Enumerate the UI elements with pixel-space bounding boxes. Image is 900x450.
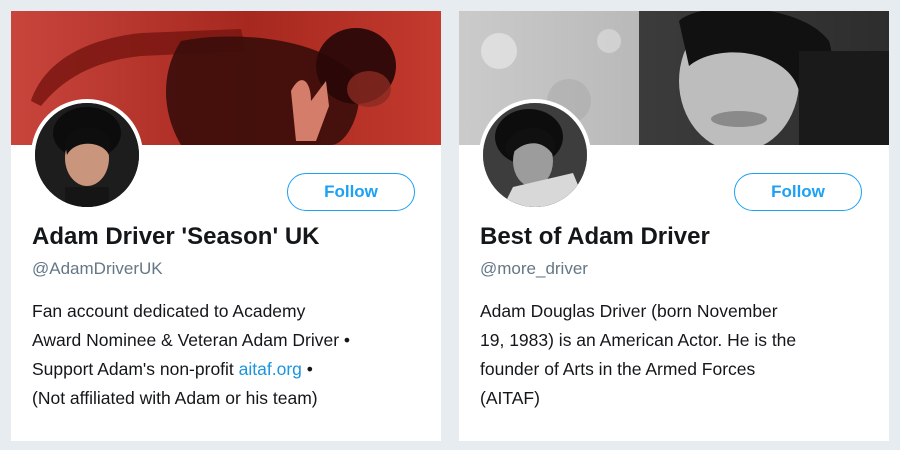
- profile-card: Follow Adam Driver 'Season' UK @AdamDriv…: [11, 11, 441, 441]
- bio-line: Adam Douglas Driver (born November: [480, 301, 778, 321]
- follow-button[interactable]: Follow: [287, 173, 415, 211]
- profile-bio: Fan account dedicated to Academy Award N…: [32, 297, 427, 413]
- bio-line: (AITAF): [480, 388, 540, 408]
- profile-avatar[interactable]: [31, 99, 143, 211]
- profile-handle[interactable]: @AdamDriverUK: [32, 259, 163, 279]
- profile-display-name[interactable]: Best of Adam Driver: [480, 223, 710, 251]
- bio-line: Fan account dedicated to Academy: [32, 301, 306, 321]
- bio-text: Support Adam's non-profit: [32, 359, 239, 379]
- bio-line: Support Adam's non-profit aitaf.org •: [32, 355, 427, 384]
- bio-link[interactable]: aitaf.org: [239, 359, 302, 379]
- profile-handle[interactable]: @more_driver: [480, 259, 588, 279]
- profile-avatar[interactable]: [479, 99, 591, 211]
- bio-line: (Not affiliated with Adam or his team): [32, 388, 318, 408]
- bio-line: 19, 1983) is an American Actor. He is th…: [480, 330, 797, 350]
- bio-text: •: [301, 359, 313, 379]
- follow-button[interactable]: Follow: [734, 173, 862, 211]
- profile-bio: Adam Douglas Driver (born November 19, 1…: [480, 297, 875, 413]
- bio-line: founder of Arts in the Armed Forces: [480, 359, 756, 379]
- bio-line: Award Nominee & Veteran Adam Driver •: [32, 330, 351, 350]
- profile-card: Follow Best of Adam Driver @more_driver …: [459, 11, 889, 441]
- profile-display-name[interactable]: Adam Driver 'Season' UK: [32, 223, 320, 251]
- profile-cards-page: Follow Adam Driver 'Season' UK @AdamDriv…: [0, 0, 900, 450]
